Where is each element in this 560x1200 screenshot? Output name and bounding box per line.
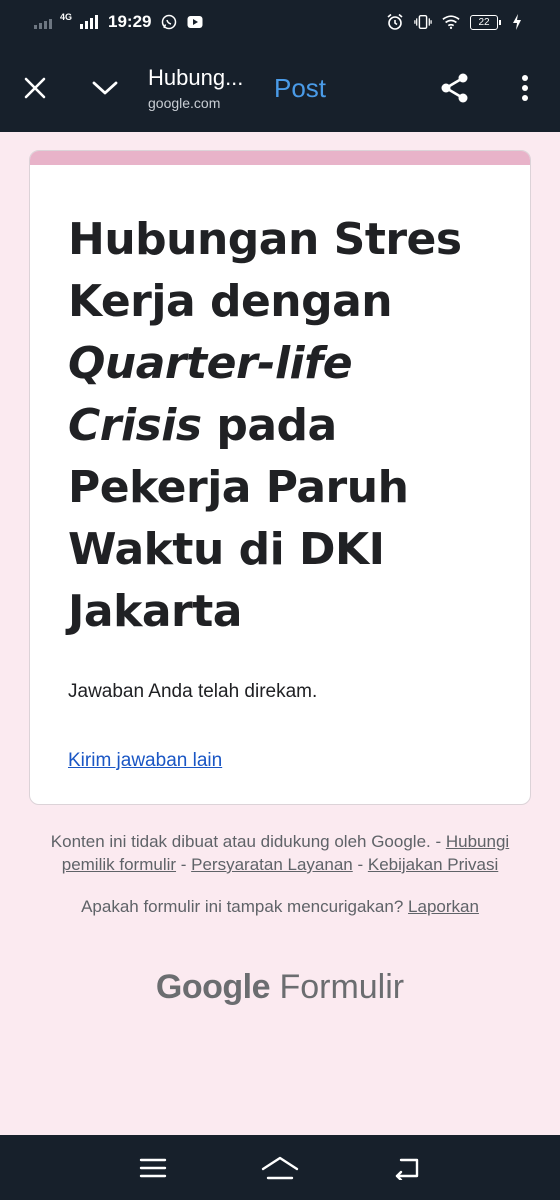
signal-bars-icon-2	[80, 15, 99, 29]
menu-icon	[140, 1158, 167, 1177]
close-icon	[24, 77, 46, 99]
submit-another-response-link[interactable]: Kirim jawaban lain	[68, 750, 222, 772]
disclaimer-text: Konten ini tidak dibuat atau didukung ol…	[50, 832, 431, 851]
signal-bars-icon	[34, 15, 52, 29]
page-info[interactable]: Hubung... google.com	[148, 65, 266, 111]
card-accent-bar	[30, 151, 530, 165]
whatsapp-icon	[160, 13, 178, 31]
close-tab-button[interactable]	[0, 44, 70, 132]
share-icon	[441, 73, 468, 103]
form-title-italic2: Crisis	[68, 400, 202, 451]
system-nav-bar	[0, 1135, 560, 1200]
form-confirmation-card: Hubungan Stres Kerja dengan Quarter-life…	[29, 150, 531, 805]
recents-button[interactable]	[128, 1143, 178, 1193]
privacy-link[interactable]: Kebijakan Privasi	[368, 855, 498, 874]
report-link[interactable]: Laporkan	[408, 897, 479, 916]
minimize-tab-button[interactable]	[70, 44, 140, 132]
vibrate-icon	[414, 13, 432, 31]
more-options-button[interactable]	[490, 44, 560, 132]
logo-google-text: Google	[155, 968, 271, 1006]
form-title-italic1: Quarter-life	[68, 338, 353, 389]
clock: 19:29	[108, 12, 152, 31]
post-button[interactable]: Post	[274, 73, 364, 104]
footer-disclaimer-block: Konten ini tidak dibuat atau didukung ol…	[50, 832, 510, 874]
page-title: Hubung...	[148, 65, 244, 90]
battery-icon: 22	[470, 14, 501, 30]
network-type: 4G	[60, 12, 73, 22]
home-icon	[261, 1156, 299, 1179]
alarm-icon	[386, 13, 404, 31]
wifi-icon	[442, 13, 460, 31]
suspicious-text: Apakah formulir ini tampak mencurigakan?	[81, 897, 404, 916]
home-button[interactable]	[255, 1143, 305, 1193]
more-vert-icon	[522, 75, 528, 101]
report-block: Apakah formulir ini tampak mencurigakan?…	[40, 895, 520, 918]
back-icon	[395, 1158, 418, 1180]
terms-link[interactable]: Persyaratan Layanan	[191, 855, 353, 874]
form-title: Hubungan Stres Kerja dengan Quarter-life…	[68, 209, 492, 643]
confirmation-message: Jawaban Anda telah direkam.	[68, 681, 318, 702]
form-title-part1: Hubungan Stres Kerja dengan	[68, 214, 462, 327]
form-footer: Konten ini tidak dibuat atau didukung ol…	[40, 830, 520, 918]
back-button[interactable]	[382, 1143, 432, 1193]
charging-icon	[508, 13, 526, 31]
youtube-icon	[186, 13, 204, 31]
chevron-down-icon	[92, 81, 118, 95]
logo-forms-text: Formulir	[279, 968, 405, 1006]
share-button[interactable]	[420, 44, 490, 132]
page-url: google.com	[148, 95, 221, 111]
status-bar: 4G 19:29 22	[0, 0, 560, 44]
custom-tab-toolbar: Hubung... google.com Post	[0, 44, 560, 132]
google-forms-logo[interactable]: Google Formulir	[0, 968, 560, 1007]
